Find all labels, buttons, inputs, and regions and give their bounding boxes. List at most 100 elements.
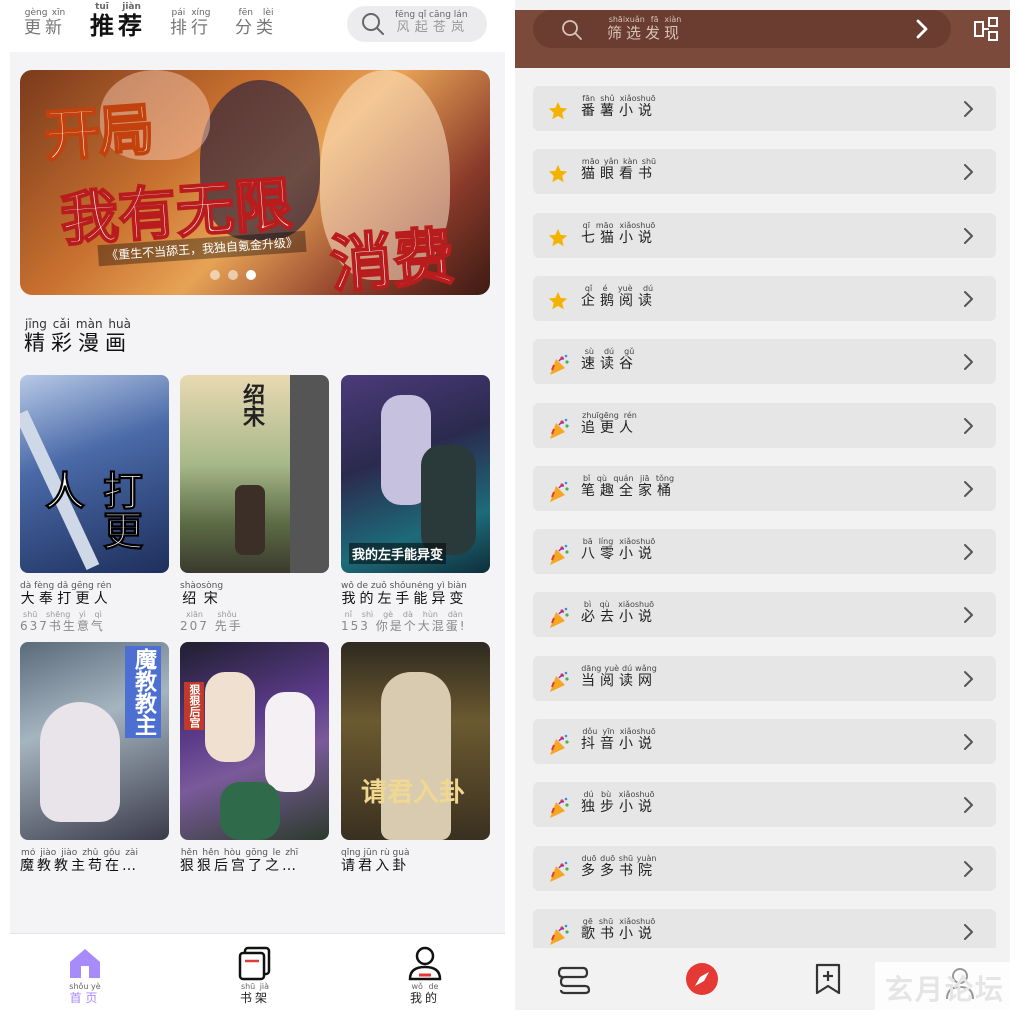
party-popper-icon <box>547 480 571 507</box>
source-item[interactable]: 抖音小说dǒu yīn xiǎoshuō <box>533 719 996 764</box>
filter-placeholder: 筛选发现shāixuǎn fā xiàn <box>607 15 684 42</box>
chevron-right-icon <box>964 354 973 371</box>
chevron-right-icon <box>964 860 973 877</box>
tab-recommend[interactable]: 推荐tuī jiàn <box>90 2 146 41</box>
chevron-right-icon <box>964 417 973 434</box>
party-popper-icon <box>547 417 571 444</box>
comic-card[interactable]: 请君入卦 请君入卦qǐng jūn rù guà <box>341 642 490 875</box>
comic-latest-chapter: 637书生意气shū shēng yì qì <box>20 610 105 633</box>
pager-dot-active[interactable] <box>246 270 256 280</box>
left-screen: 更新gèng xīn 推荐tuī jiàn 排行pái xíng 分类fēn l… <box>10 0 505 1010</box>
pager-dot[interactable] <box>210 270 220 280</box>
pager-dot[interactable] <box>228 270 238 280</box>
source-name: 笔趣全家桶bǐ qù quán jiā tǒng <box>581 473 676 499</box>
source-item[interactable]: 必去小说bì qù xiǎoshuō <box>533 592 996 638</box>
cover-title-art: 请君入卦 <box>361 778 466 808</box>
bookmark-add-icon[interactable] <box>813 962 843 996</box>
party-popper-icon <box>547 353 571 380</box>
source-name: 抖音小说dǒu yīn xiǎoshuō <box>581 727 657 752</box>
source-item[interactable]: 企鹅阅读qǐ é yuè dú <box>533 275 996 321</box>
comic-cover: 魔教教主 <box>20 642 169 840</box>
chevron-right-icon[interactable] <box>911 17 933 41</box>
source-name: 歌书小说gē shū xiǎoshuō <box>581 916 657 942</box>
home-icon <box>70 949 100 978</box>
comic-cover: 狠狠后宫 <box>180 642 329 840</box>
cover-title-art: 狠狠后宫 <box>184 682 204 730</box>
banner-pager <box>210 270 256 280</box>
filter-search-box[interactable]: 筛选发现shāixuǎn fā xiàn <box>533 10 951 48</box>
comic-cover: 绍宋 <box>180 375 329 573</box>
banner-title-line3: 消费 <box>327 219 458 295</box>
nav-profile[interactable]: 我的wǒ de <box>385 944 465 1006</box>
party-popper-icon <box>547 796 571 823</box>
comic-cover: 我的左手能异变 <box>341 375 490 573</box>
compass-icon[interactable] <box>685 962 719 996</box>
bottom-nav: 首页shǒu yè 书架shū jià 我的wǒ de <box>10 933 505 1010</box>
tab-category[interactable]: 分类fēn lèi <box>235 8 277 38</box>
comic-title: 大奉打更人dà fèng dǎ gēng rén <box>20 581 112 607</box>
comic-title: 绍宋shàosòng <box>180 581 224 607</box>
tab-update[interactable]: 更新gèng xīn <box>24 8 66 38</box>
comic-cover: 请君入卦 <box>341 642 490 840</box>
character-art <box>381 672 451 840</box>
comic-card[interactable]: 打更人 大奉打更人dà fèng dǎ gēng rén 637书生意气shū … <box>20 375 169 634</box>
cover-title-art: 打更人 <box>38 470 143 551</box>
source-item[interactable]: 当阅读网dāng yuè dú wǎng <box>533 655 996 701</box>
discover-header: 筛选发现shāixuǎn fā xiàn <box>515 10 1010 68</box>
bookshelf-icon[interactable] <box>557 962 591 996</box>
source-name: 番薯小说fān shǔ xiǎoshuō <box>581 94 657 119</box>
source-name: 独步小说dú bù xiǎoshuō <box>581 790 657 816</box>
chevron-right-icon <box>964 544 973 561</box>
party-popper-icon <box>547 606 571 633</box>
search-placeholder: 风起苍岚fēng qǐ cāng lán <box>395 10 468 35</box>
comic-latest-chapter: 153 你是个大混蛋!nǐ shì gè dà hùn dàn <box>341 610 467 633</box>
source-item[interactable]: 多多书院duō duō shū yuàn <box>533 845 996 891</box>
source-name: 八零小说bā líng xiǎoshuō <box>581 537 657 563</box>
bookshelf-icon <box>238 946 271 981</box>
star-icon <box>547 227 569 252</box>
tab-ranking[interactable]: 排行pái xíng <box>170 8 212 38</box>
search-icon <box>562 20 582 40</box>
source-item[interactable]: 猫眼看书māo yǎn kàn shū <box>533 149 996 195</box>
chevron-right-icon <box>964 734 973 750</box>
source-name: 多多书院duō duō shū yuàn <box>581 853 657 879</box>
source-item[interactable]: 追更人zhuīgēng rén <box>533 402 996 448</box>
character-art <box>40 702 120 822</box>
source-item[interactable]: 笔趣全家桶bǐ qù quán jiā tǒng <box>533 465 996 511</box>
comic-title: 狠狠后宫了之…hěn hěn hòu gōng le zhī <box>180 848 299 874</box>
comic-title: 我的左手能异变wǒ de zuǒ shǒunéng yì biàn <box>341 581 467 607</box>
banner-title-line1: 开局 <box>41 96 155 170</box>
chevron-right-icon <box>964 290 973 307</box>
source-name: 必去小说bì qù xiǎoshuō <box>581 600 657 626</box>
comic-title: 请君入卦qǐng jūn rù guà <box>341 848 410 874</box>
nav-bookshelf[interactable]: 书架shū jià <box>215 944 295 1006</box>
comic-card[interactable]: 我的左手能异变 我的左手能异变wǒ de zuǒ shǒunéng yì bià… <box>341 375 490 634</box>
comic-latest-chapter: 207 先手xiān shǒu <box>180 610 243 633</box>
source-item[interactable]: 七猫小说qī māo xiǎoshuō <box>533 212 996 258</box>
comic-title: 魔教教主苟在…mó jiào jiào zhǔ gǒu zài <box>20 848 139 874</box>
character-art <box>205 672 255 762</box>
comic-card[interactable]: 绍宋 绍宋shàosòng 207 先手xiān shǒu <box>180 375 329 634</box>
chevron-right-icon <box>964 227 973 244</box>
chevron-right-icon <box>964 670 973 687</box>
party-popper-icon <box>547 860 571 887</box>
comic-card[interactable]: 魔教教主 魔教教主苟在…mó jiào jiào zhǔ gǒu zài <box>20 642 169 875</box>
search-box[interactable]: 风起苍岚fēng qǐ cāng lán <box>347 6 487 42</box>
source-item[interactable]: 番薯小说fān shǔ xiǎoshuō <box>533 86 996 131</box>
source-item[interactable]: 速读谷sù dú gǔ <box>533 339 996 385</box>
comic-card[interactable]: 狠狠后宫 狠狠后宫了之…hěn hěn hòu gōng le zhī <box>180 642 329 875</box>
source-name: 当阅读网dāng yuè dú wǎng <box>581 663 657 689</box>
source-item[interactable]: 八零小说bā líng xiǎoshuō <box>533 529 996 575</box>
source-name: 追更人zhuīgēng rén <box>581 410 638 436</box>
character-art <box>421 445 476 555</box>
promo-banner[interactable]: 开局 我有无限 消费 《重生不当舔王，我独自氪金升级》 <box>20 70 490 295</box>
source-name: 企鹅阅读qǐ é yuè dú <box>581 283 657 309</box>
character-art <box>220 782 280 840</box>
layout-toggle-icon[interactable] <box>973 16 1001 44</box>
source-item[interactable]: 独步小说dú bù xiǎoshuō <box>533 782 996 828</box>
ruin-art <box>290 375 329 573</box>
chevron-right-icon <box>964 797 973 814</box>
chevron-right-icon <box>964 607 973 624</box>
cover-title-art: 魔教教主 <box>125 646 161 738</box>
nav-home[interactable]: 首页shǒu yè <box>45 944 125 1006</box>
